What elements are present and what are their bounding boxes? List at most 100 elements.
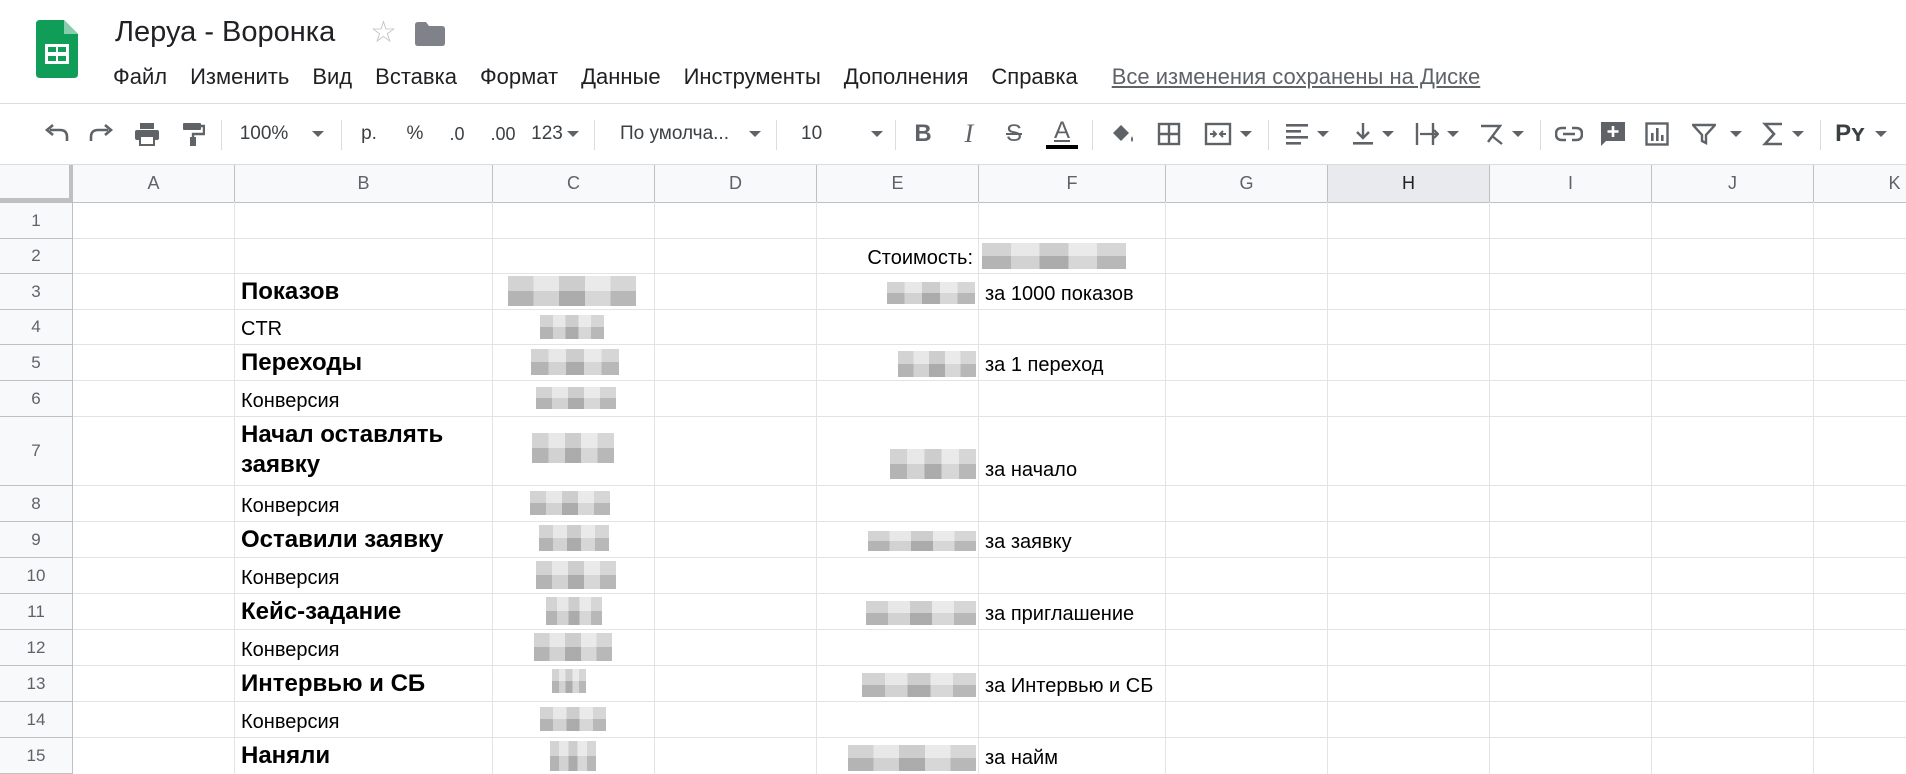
cell-b12[interactable]: Конверсия (241, 630, 491, 666)
column-header-e[interactable]: E (817, 165, 979, 202)
saved-status-link[interactable]: Все изменения сохранены на Диске (1112, 64, 1481, 90)
row-header-14[interactable]: 14 (0, 702, 73, 738)
menu-addons[interactable]: Дополнения (844, 64, 969, 90)
menu-tools[interactable]: Инструменты (684, 64, 821, 90)
bold-button[interactable]: B (906, 104, 940, 164)
document-title[interactable]: Леруа - Воронка (115, 16, 335, 49)
cell-b5[interactable]: Переходы (241, 345, 491, 381)
cell-b8[interactable]: Конверсия (241, 486, 491, 522)
row-header-6[interactable]: 6 (0, 381, 73, 417)
row-header-3[interactable]: 3 (0, 274, 73, 310)
column-header-k[interactable]: K (1814, 165, 1906, 202)
print-button[interactable] (130, 104, 164, 164)
menu-help[interactable]: Справка (991, 64, 1077, 90)
insert-link-button[interactable] (1552, 104, 1586, 164)
menu-format[interactable]: Формат (480, 64, 558, 90)
cell-b6[interactable]: Конверсия (241, 381, 491, 417)
cell-b10[interactable]: Конверсия (241, 558, 491, 594)
menu-data[interactable]: Данные (581, 64, 660, 90)
column-header-f[interactable]: F (979, 165, 1166, 202)
cell-b4[interactable]: CTR (241, 310, 491, 345)
cell-f13[interactable]: за Интервью и СБ (985, 666, 1165, 702)
more-formats-button[interactable]: 123 (528, 104, 582, 164)
merge-cells-button[interactable] (1198, 104, 1258, 164)
increase-decimals-button[interactable]: .00 (483, 104, 523, 164)
percent-format-button[interactable]: % (398, 104, 432, 164)
fill-color-button[interactable] (1106, 104, 1140, 164)
vertical-align-button[interactable] (1346, 104, 1400, 164)
column-header-b[interactable]: B (235, 165, 493, 202)
column-header-d[interactable]: D (655, 165, 817, 202)
cell-b9[interactable]: Оставили заявку (241, 522, 491, 558)
cell-b14[interactable]: Конверсия (241, 702, 491, 738)
column-header-c[interactable]: C (493, 165, 655, 202)
decrease-decimals-button[interactable]: .0 (440, 104, 474, 164)
cell-b7[interactable]: Начал оставлять заявку (241, 417, 491, 486)
cell-f15[interactable]: за найм (985, 738, 1165, 774)
row-header-11[interactable]: 11 (0, 594, 73, 630)
row-header-10[interactable]: 10 (0, 558, 73, 594)
functions-button[interactable] (1756, 104, 1810, 164)
menu-insert[interactable]: Вставка (375, 64, 457, 90)
text-color-button[interactable]: A (1042, 104, 1082, 164)
input-tools-button[interactable]: Pʏ (1830, 104, 1892, 164)
row-header-13[interactable]: 13 (0, 666, 73, 702)
merge-cells-icon (1204, 122, 1232, 146)
redacted-value (540, 707, 606, 731)
comment-icon (1601, 122, 1625, 146)
row-header-1[interactable]: 1 (0, 203, 73, 239)
column-header-a[interactable]: A (73, 165, 235, 202)
redacted-value (887, 282, 975, 304)
paint-format-button[interactable] (176, 104, 210, 164)
row-header-9[interactable]: 9 (0, 522, 73, 558)
strikethrough-button[interactable]: S (997, 104, 1031, 164)
currency-format-button[interactable]: р. (352, 104, 386, 164)
folder-icon[interactable] (415, 22, 445, 46)
redacted-value (982, 243, 1126, 269)
cell-f7[interactable]: за начало (985, 417, 1165, 486)
menu-file[interactable]: Файл (113, 64, 167, 90)
insert-chart-button[interactable] (1640, 104, 1674, 164)
fill-color-icon (1113, 125, 1133, 142)
star-icon[interactable]: ☆ (370, 18, 397, 48)
font-size-select[interactable]: 10 (787, 104, 887, 164)
zoom-select[interactable]: 100% (232, 104, 332, 164)
cell-e2[interactable]: Стоимость: (817, 239, 979, 274)
column-header-j[interactable]: J (1652, 165, 1814, 202)
column-header-g[interactable]: G (1166, 165, 1328, 202)
insert-comment-button[interactable] (1596, 104, 1630, 164)
row-header-8[interactable]: 8 (0, 486, 73, 522)
row-header-4[interactable]: 4 (0, 310, 73, 345)
row-header-12[interactable]: 12 (0, 630, 73, 666)
cell-b11[interactable]: Кейс-задание (241, 594, 491, 630)
text-rotate-button[interactable] (1474, 104, 1528, 164)
currency-label: р. (361, 123, 377, 144)
redo-button[interactable] (84, 104, 118, 164)
font-family-select[interactable]: По умолча... (605, 104, 765, 164)
row-header-7[interactable]: 7 (0, 417, 73, 486)
sheets-logo-icon[interactable] (36, 20, 78, 78)
filter-button[interactable] (1686, 104, 1748, 164)
cell-b13[interactable]: Интервью и СБ (241, 666, 491, 702)
column-header-i[interactable]: I (1490, 165, 1652, 202)
redacted-value (552, 669, 586, 693)
row-header-5[interactable]: 5 (0, 345, 73, 381)
menu-view[interactable]: Вид (312, 64, 352, 90)
borders-button[interactable] (1152, 104, 1186, 164)
spreadsheet-grid[interactable]: A B C D E F G H I J K 1 2 3 4 5 6 7 8 9 … (0, 165, 1906, 774)
row-header-2[interactable]: 2 (0, 239, 73, 274)
text-wrap-button[interactable] (1410, 104, 1464, 164)
cell-b3[interactable]: Показов (241, 274, 491, 310)
cell-f9[interactable]: за заявку (985, 522, 1165, 558)
cell-b15[interactable]: Наняли (241, 738, 491, 774)
row-header-15[interactable]: 15 (0, 738, 73, 774)
italic-button[interactable]: I (952, 104, 986, 164)
horizontal-align-button[interactable] (1280, 104, 1334, 164)
undo-button[interactable] (40, 104, 74, 164)
cell-f5[interactable]: за 1 переход (985, 345, 1165, 381)
cell-f11[interactable]: за приглашение (985, 594, 1165, 630)
select-all-corner[interactable] (0, 165, 73, 202)
column-header-h[interactable]: H (1328, 165, 1490, 202)
menu-edit[interactable]: Изменить (190, 64, 289, 90)
cell-f3[interactable]: за 1000 показов (985, 274, 1165, 310)
